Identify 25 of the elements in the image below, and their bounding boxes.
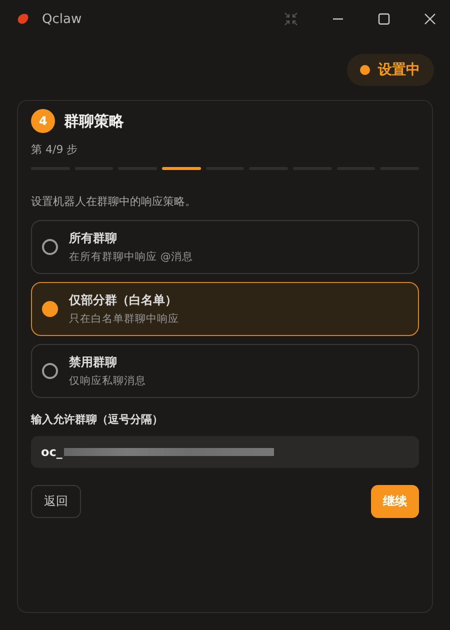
radio-button[interactable]: [42, 239, 58, 255]
maximize-icon[interactable]: [378, 13, 390, 25]
claw-logo-icon: [16, 12, 30, 26]
status-dot: [360, 65, 370, 75]
policy-option[interactable]: 所有群聊 在所有群聊中响应 @消息: [31, 220, 419, 274]
field-label: 输入允许群聊（逗号分隔）: [31, 412, 164, 427]
policy-option[interactable]: 仅部分群（白名单） 只在白名单群聊中响应: [31, 282, 419, 336]
option-title: 禁用群聊: [69, 354, 118, 371]
window-title: Qclaw: [42, 12, 82, 26]
status-label: 设置中: [378, 61, 420, 79]
step-progress-text: 第 4/9 步: [31, 142, 79, 157]
policy-option[interactable]: 禁用群聊 仅响应私聊消息: [31, 344, 419, 398]
radio-button[interactable]: [42, 301, 58, 317]
option-subtitle: 只在白名单群聊中响应: [69, 312, 179, 326]
step-number: 4: [31, 109, 55, 133]
option-title: 所有群聊: [69, 230, 118, 247]
option-title: 仅部分群（白名单）: [69, 292, 178, 309]
back-button[interactable]: 返回: [31, 485, 81, 518]
group-id-field[interactable]: oc_: [31, 436, 419, 468]
option-subtitle: 仅响应私聊消息: [69, 374, 146, 388]
step-title: 群聊策略: [64, 112, 124, 130]
close-icon[interactable]: [424, 13, 436, 25]
option-subtitle: 在所有群聊中响应 @消息: [69, 250, 193, 264]
description-text: 设置机器人在群聊中的响应策略。: [31, 194, 197, 209]
radio-button[interactable]: [42, 363, 58, 379]
